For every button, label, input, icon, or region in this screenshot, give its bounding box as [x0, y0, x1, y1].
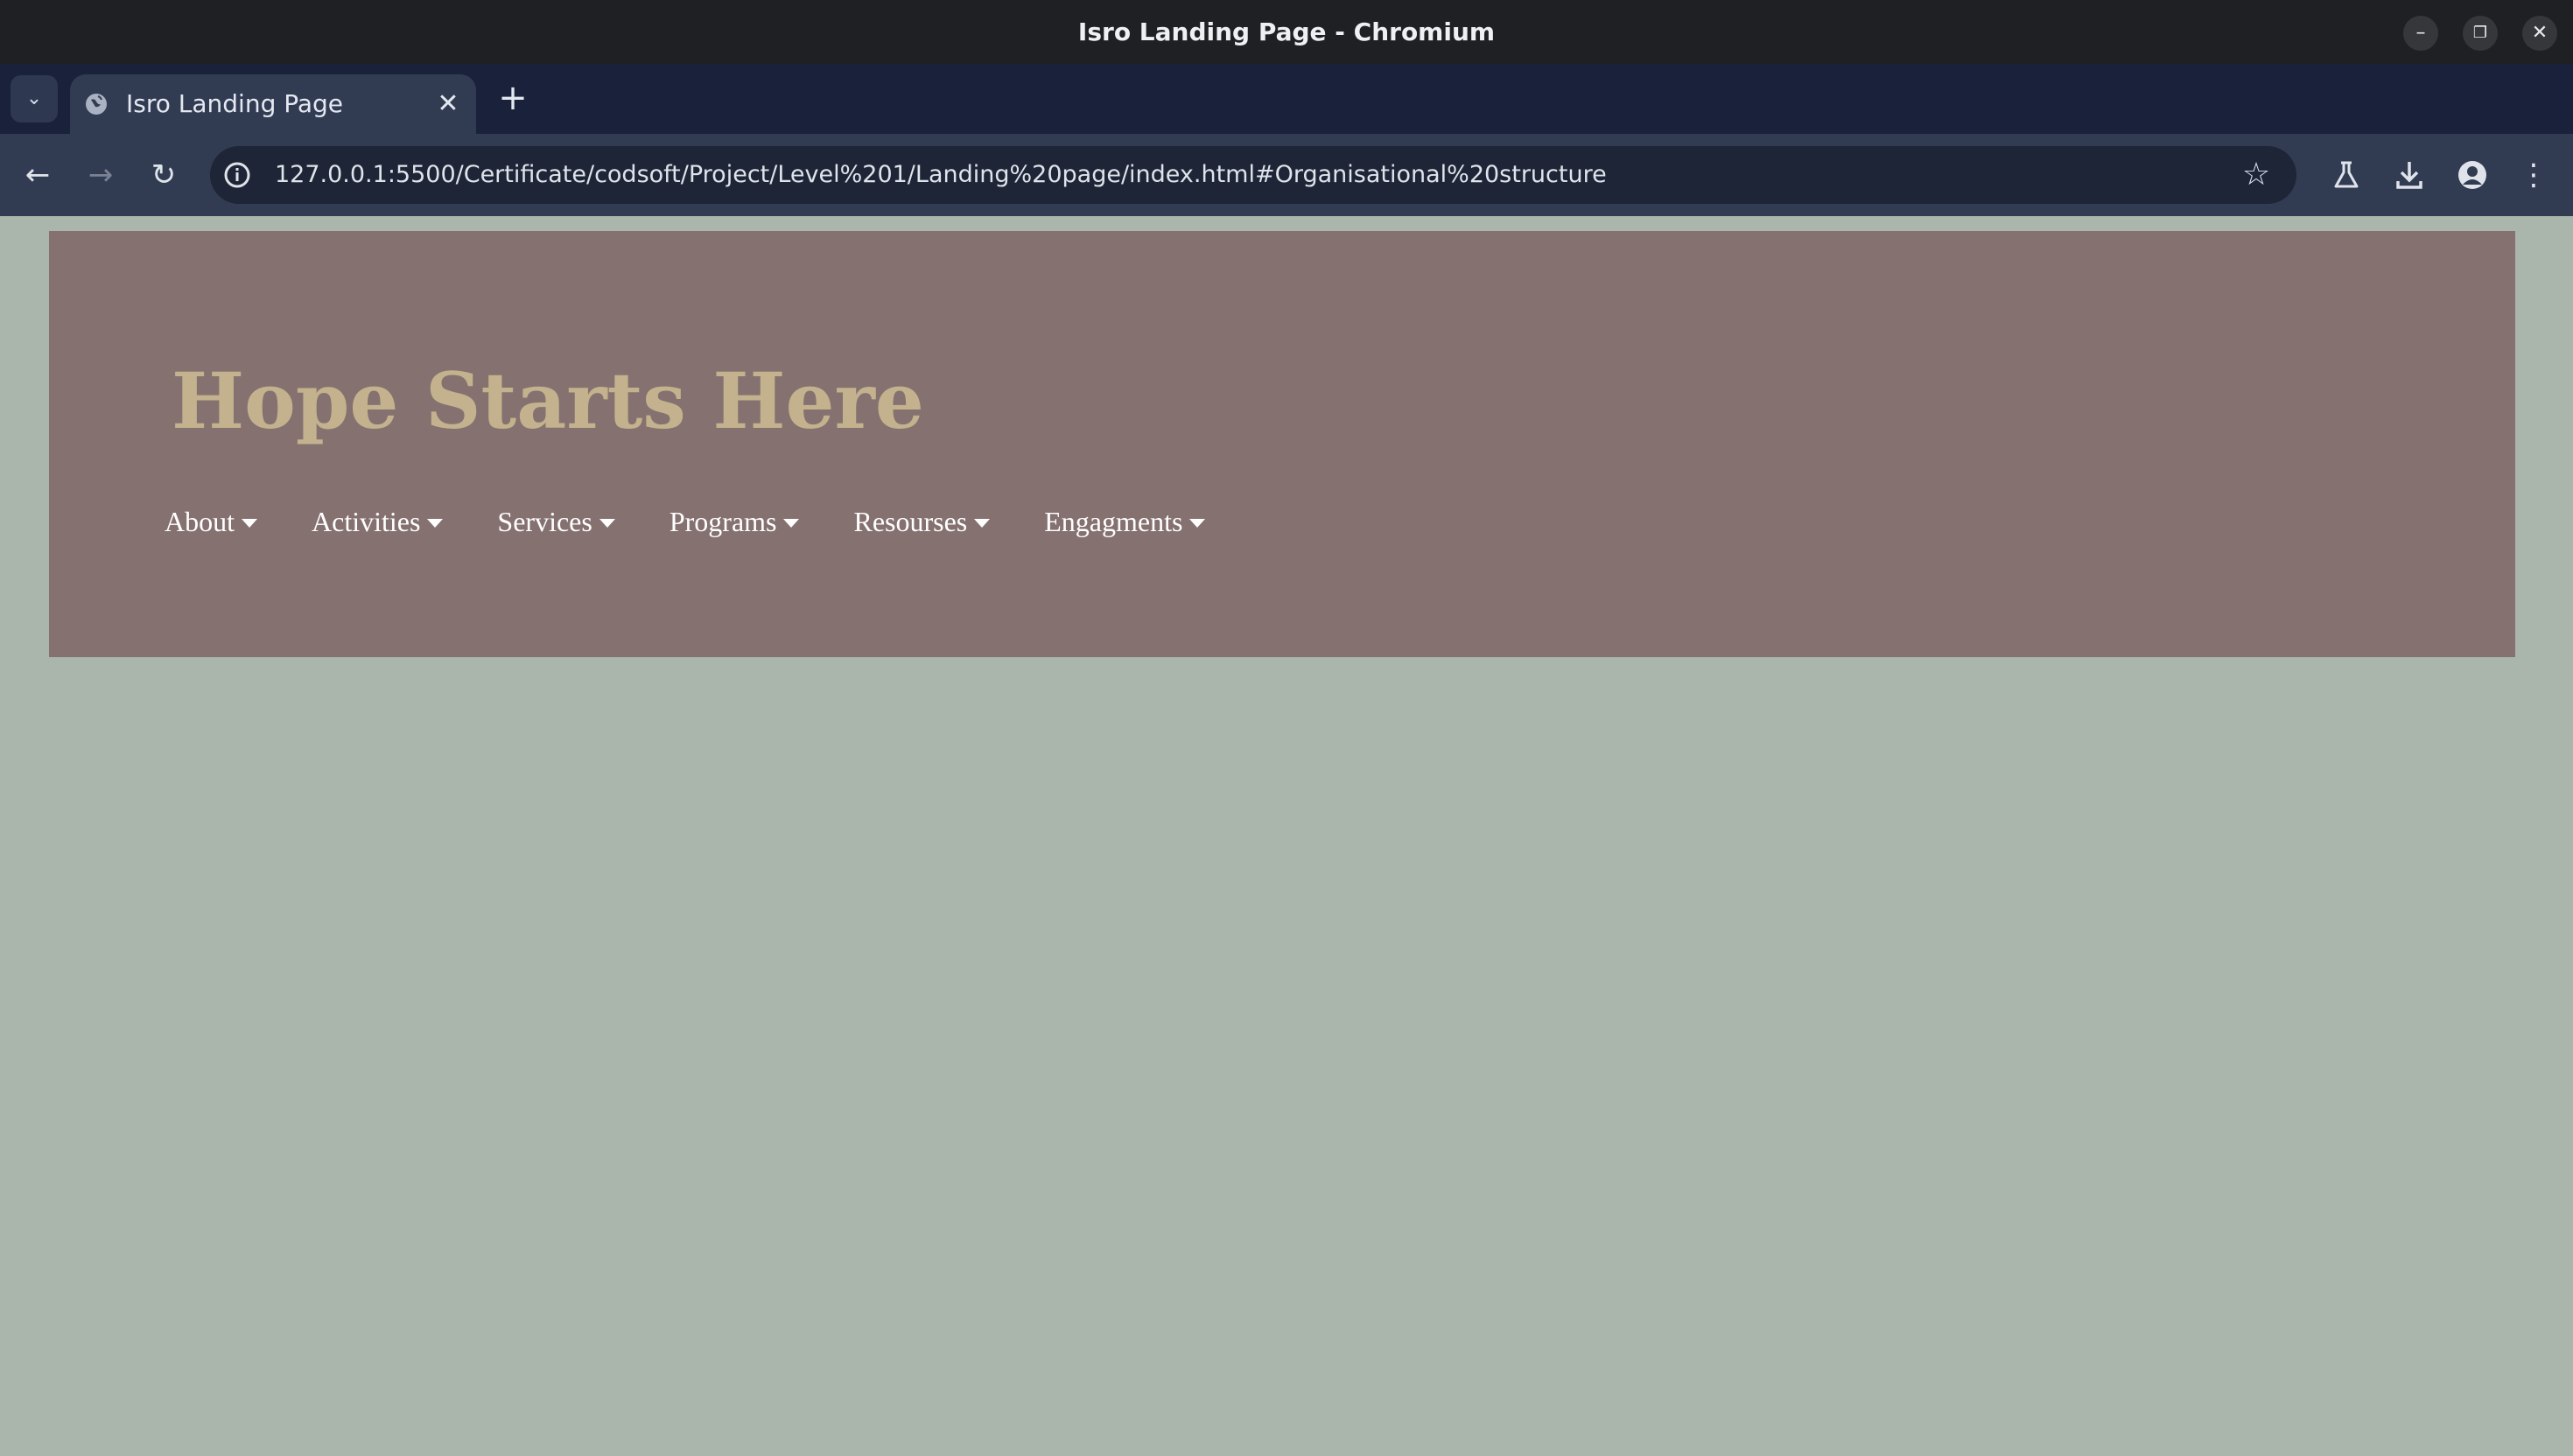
close-window-button[interactable]: ✕	[2522, 16, 2557, 51]
labs-flask-icon[interactable]	[2324, 153, 2368, 197]
globe-icon	[86, 94, 107, 115]
caret-down-icon	[242, 518, 257, 528]
page-viewport: Hope Starts Here About Activities Servic…	[0, 216, 2573, 1456]
hero-heading: Hope Starts Here	[172, 355, 924, 446]
tab-isro-landing-page[interactable]: Isro Landing Page ✕	[70, 74, 476, 134]
tab-list-button[interactable]: ⌄	[11, 75, 58, 122]
nav-item-engagments[interactable]: Engagments	[1044, 506, 1206, 538]
caret-down-icon	[974, 518, 991, 528]
tab-title: Isro Landing Page	[126, 89, 344, 118]
nav-item-services[interactable]: Services	[497, 506, 615, 538]
site-info-icon[interactable]	[222, 160, 252, 190]
nav-label: About	[165, 506, 235, 537]
download-icon[interactable]	[2387, 153, 2431, 197]
caret-down-icon	[599, 518, 615, 528]
back-button[interactable]: ←	[16, 153, 60, 197]
nav-item-resourses[interactable]: Resourses	[853, 506, 991, 538]
new-tab-button[interactable]: +	[492, 78, 534, 120]
profile-avatar-icon[interactable]	[2450, 153, 2494, 197]
nav-label: Activities	[312, 506, 421, 537]
nav-label: Engagments	[1044, 506, 1183, 537]
nav-label: Services	[497, 506, 592, 537]
main-nav: About Activities Services Programs Resou…	[165, 506, 1206, 538]
url-text[interactable]: 127.0.0.1:5500/Certificate/codsoft/Proje…	[275, 146, 1607, 204]
address-bar[interactable]: 127.0.0.1:5500/Certificate/codsoft/Proje…	[210, 146, 2296, 204]
caret-down-icon	[427, 518, 444, 528]
reload-button[interactable]: ↻	[142, 153, 186, 197]
nav-item-activities[interactable]: Activities	[312, 506, 444, 538]
restore-button[interactable]: ❐	[2463, 16, 2498, 51]
nav-label: Resourses	[853, 506, 968, 537]
browser-toolbar: ← → ↻ 127.0.0.1:5500/Certificate/codsoft…	[0, 134, 2573, 216]
hero-header: Hope Starts Here About Activities Servic…	[49, 231, 2515, 657]
window-title: Isro Landing Page - Chromium	[1077, 18, 1496, 46]
minimize-button[interactable]: –	[2403, 16, 2438, 51]
nav-item-about[interactable]: About	[165, 506, 257, 538]
tab-strip: ⌄ Isro Landing Page ✕ +	[0, 64, 2573, 134]
forward-button[interactable]: →	[79, 153, 123, 197]
caret-down-icon	[1189, 518, 1206, 528]
browser-menu-button[interactable]: ⋮	[2512, 153, 2555, 197]
window-titlebar: Isro Landing Page - Chromium – ❐ ✕	[0, 0, 2573, 64]
nav-label: Programs	[669, 506, 777, 537]
nav-item-programs[interactable]: Programs	[670, 506, 800, 538]
tab-close-button[interactable]: ✕	[432, 88, 464, 120]
bookmark-star-icon[interactable]: ☆	[2239, 158, 2274, 192]
caret-down-icon	[783, 518, 800, 528]
